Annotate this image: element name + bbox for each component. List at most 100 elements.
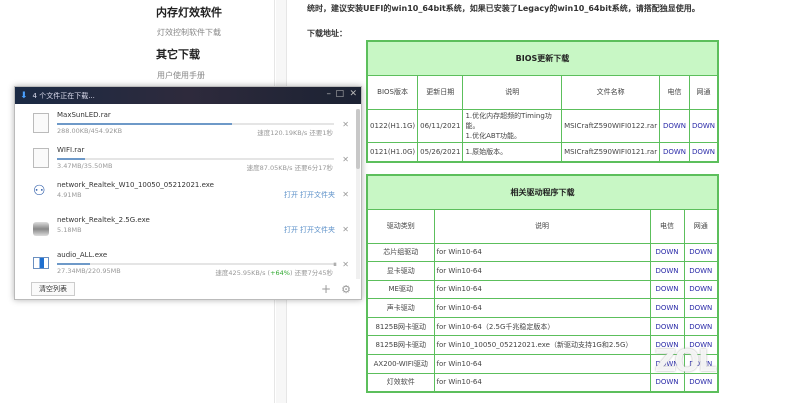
file-size: 5.18MB: [57, 226, 82, 234]
col-header: 文件名称: [561, 74, 661, 110]
progress-bar: [57, 123, 334, 125]
note-line: 1.优化ABT功能。: [465, 131, 522, 140]
download-telecom-link[interactable]: DOWN: [655, 378, 678, 386]
download-telecom-link[interactable]: DOWN: [655, 285, 678, 293]
col-header: BIOS版本: [366, 74, 419, 110]
file-size: 3.47MB/35.50MB: [57, 162, 113, 170]
driver-desc: for Win10-64（2.5G千兆稳定版本）: [433, 316, 651, 337]
download-item: audio_ALL.exe 27.34MB/220.95MB 速度425.95KB/…: [15, 249, 355, 282]
file-name: network_Realtek_W10_10050_05212021.exe: [57, 181, 214, 189]
remove-icon[interactable]: ✕: [342, 190, 349, 199]
download-unicom-link[interactable]: DOWN: [689, 248, 712, 256]
bios-notes: 1.原始版本。: [462, 141, 563, 163]
progress-bar: [57, 263, 334, 265]
driver-table-title: 相关驱动程序下载: [366, 174, 719, 210]
minimize-button[interactable]: –: [327, 89, 332, 99]
file-name: network_Realtek_2.5G.exe: [57, 216, 150, 224]
scrollbar[interactable]: [356, 109, 360, 279]
clear-list-button[interactable]: 清空列表: [31, 282, 75, 296]
open-button[interactable]: 打开: [284, 190, 298, 200]
table-row: 显卡驱动 for Win10-64 DOWN DOWN: [366, 261, 719, 281]
driver-desc: for Win10-64: [433, 298, 651, 318]
percent: +64%: [270, 269, 290, 277]
zol-watermark: ZOL: [654, 344, 717, 379]
download-unicom-link[interactable]: DOWN: [689, 267, 712, 275]
download-unicom-link[interactable]: DOWN: [692, 148, 715, 156]
file-name: WIFI.rar: [57, 146, 85, 154]
download-telecom-link[interactable]: DOWN: [655, 267, 678, 275]
col-header: 网通: [688, 74, 719, 110]
remove-icon[interactable]: ✕: [342, 120, 349, 129]
download-unicom-link[interactable]: DOWN: [689, 378, 712, 386]
table-row: 0122(H1.1G) 06/11/2021 1.优化内存超频的Timing功能…: [366, 108, 719, 143]
bios-version: 0121(H1.0G): [366, 141, 419, 163]
col-header: 电信: [659, 74, 690, 110]
file-size: 4.91MB: [57, 191, 82, 199]
bios-date: 06/11/2021: [417, 108, 464, 143]
maximize-button[interactable]: □: [335, 89, 344, 99]
remove-icon[interactable]: ✕: [342, 260, 349, 269]
bios-file: MSICraftZ590WIFI0121.rar: [561, 141, 661, 163]
sidebar-link[interactable]: 灯效控制软件下载: [157, 27, 221, 38]
sidebar-heading: 其它下载: [156, 48, 200, 61]
driver-desc: for Win10-64: [433, 372, 651, 393]
open-folder-button[interactable]: 打开文件夹: [300, 190, 335, 200]
driver-desc: for Win10-64: [433, 261, 651, 281]
driver-category: 8125B网卡驱动: [366, 316, 435, 337]
download-telecom-link[interactable]: DOWN: [663, 122, 686, 130]
pause-icon[interactable]: ⏸: [333, 260, 337, 270]
speed-status: 速度120.19KB/s 还要1秒: [257, 129, 333, 137]
download-item: network_Realtek_2.5G.exe 5.18MB 打开 打开文件夹 ✕: [15, 214, 355, 247]
col-header: 网通: [683, 208, 719, 244]
col-header: 说明: [462, 74, 563, 110]
driver-desc: for Win10-64: [433, 279, 651, 300]
driver-desc: for Win10_10050_05212021.exe（新驱动支持1G和2.5…: [433, 335, 651, 356]
bios-date: 05/26/2021: [417, 141, 464, 163]
file-name: MaxSunLED.rar: [57, 111, 111, 119]
title-bar[interactable]: ⬇ 4 个文件正在下载... – □ ✕: [15, 87, 361, 104]
driver-category: 灯效软件: [366, 372, 435, 393]
table-row: 0121(H1.0G) 05/26/2021 1.原始版本。 MSICraftZ…: [366, 141, 719, 163]
table-row: 声卡驱动 for Win10-64 DOWN DOWN: [366, 298, 719, 318]
speed-status: 速度425.95KB/s (+64%) 还要7分45秒: [215, 267, 333, 277]
col-header: 说明: [433, 208, 651, 244]
sidebar-link[interactable]: 用户使用手册: [157, 70, 205, 81]
download-unicom-link[interactable]: DOWN: [689, 323, 712, 331]
col-header: 更新日期: [417, 74, 464, 110]
download-unicom-link[interactable]: DOWN: [689, 285, 712, 293]
bios-table: BIOS更新下载 BIOS版本 更新日期 说明 文件名称 电信 网通 0122(…: [366, 40, 719, 163]
open-button[interactable]: 打开: [284, 225, 298, 235]
close-button[interactable]: ✕: [349, 89, 357, 99]
progress-bar: [57, 158, 334, 160]
download-label: 下载地址：: [307, 29, 347, 38]
download-telecom-link[interactable]: DOWN: [655, 304, 678, 312]
driver-category: ME驱动: [366, 279, 435, 300]
download-unicom-link[interactable]: DOWN: [689, 304, 712, 312]
speed: 速度425.95KB/s (: [215, 269, 271, 277]
table-row: 8125B网卡驱动 for Win10-64（2.5G千兆稳定版本） DOWN …: [366, 316, 719, 337]
download-manager-window: ⬇ 4 个文件正在下载... – □ ✕ MaxSunLED.rar 288.00…: [14, 86, 362, 300]
remove-icon[interactable]: ✕: [342, 155, 349, 164]
bios-version: 0122(H1.1G): [366, 108, 419, 143]
download-telecom-link[interactable]: DOWN: [655, 248, 678, 256]
table-row: ME驱动 for Win10-64 DOWN DOWN: [366, 279, 719, 300]
bios-table-title: BIOS更新下载: [366, 40, 719, 76]
driver-category: 8125B网卡驱动: [366, 335, 435, 356]
open-folder-button[interactable]: 打开文件夹: [300, 225, 335, 235]
download-unicom-link[interactable]: DOWN: [692, 122, 715, 130]
download-item: MaxSunLED.rar 288.00KB/454.92KB 速度120.19KB…: [15, 109, 355, 142]
download-item: WIFI.rar 3.47MB/35.50MB 速度87.05KB/s 还要6分17…: [15, 144, 355, 177]
remove-icon[interactable]: ✕: [342, 225, 349, 234]
driver-category: AX200-WIFI驱动: [366, 354, 435, 374]
download-telecom-link[interactable]: DOWN: [663, 148, 686, 156]
download-telecom-link[interactable]: DOWN: [655, 323, 678, 331]
sidebar-heading: 内存灯效软件: [156, 6, 222, 19]
add-icon[interactable]: +: [321, 282, 331, 296]
driver-category: 芯片组驱动: [366, 242, 435, 263]
download-item: ⚇ network_Realtek_W10_10050_05212021.exe 4…: [15, 179, 355, 212]
col-header: 电信: [649, 208, 685, 244]
file-name: audio_ALL.exe: [57, 251, 108, 259]
installer-icon: [33, 222, 49, 236]
file-size: 288.00KB/454.92KB: [57, 127, 123, 135]
gear-icon[interactable]: ⚙: [341, 283, 351, 296]
